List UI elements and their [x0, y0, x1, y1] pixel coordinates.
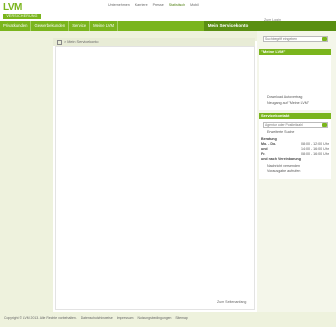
contact-link[interactable]: Nachricht versenden [267, 164, 300, 168]
nav-privatkunden[interactable]: Privatkunden [0, 21, 32, 31]
tab-mein-servicekonto[interactable]: Mein Servicekonto [204, 21, 252, 31]
main-nav-bar-right [252, 21, 336, 31]
meine-lvm-link[interactable]: Neugang auf "Meine LVM" [267, 101, 309, 105]
home-icon[interactable] [57, 40, 62, 45]
main-content [55, 46, 255, 310]
hours-day: Mo. - Do. [261, 142, 277, 146]
hours-time: 14:00 - 16:00 Uhr [301, 147, 329, 151]
agency-search-button[interactable] [322, 123, 327, 127]
lvm-logo[interactable]: LVM VERSICHERUNG [3, 3, 41, 19]
hours-day: Fr. [261, 152, 266, 156]
hours-title: Beratung [261, 137, 277, 141]
hours-time: 08:00 - 12:00 Uhr [301, 142, 329, 146]
breadcrumb: > Mein Servicekonto [64, 40, 99, 44]
topnav-link[interactable]: Karriere [135, 3, 148, 7]
topnav-link[interactable]: Presse [153, 3, 164, 7]
main-navigation: Privatkunden Gewerbekunden Service Meine… [0, 21, 119, 31]
extended-search-link[interactable]: Erweiterte Suche [267, 130, 294, 134]
logo-subtitle: VERSICHERUNG [3, 14, 41, 19]
topnav-link[interactable]: Mobil [190, 3, 199, 7]
footer-link[interactable]: Nutzungsbedingungen [137, 316, 171, 320]
hours-day: und [261, 147, 268, 151]
footer-link[interactable]: Impressum [117, 316, 134, 320]
top-navigation: Unternehmen Karriere Presse Statistisch … [108, 3, 203, 7]
hours-time: 08:00 - 16:00 Uhr [301, 152, 329, 156]
meine-lvm-link[interactable]: Download Autovertrag [267, 95, 302, 99]
topnav-link[interactable]: Statistisch [169, 3, 185, 7]
nav-gewerbekunden[interactable]: Gewerbekunden [31, 21, 70, 31]
hours-after: und nach Vereinbarung [261, 157, 301, 161]
nav-meine-lvm[interactable]: Meine LVM [90, 21, 119, 31]
search-button[interactable] [322, 37, 327, 41]
left-column [0, 41, 53, 312]
logo-mark: LVM [3, 2, 22, 13]
back-to-top-link[interactable]: Zum Seitenanfang [217, 300, 246, 304]
copyright: Copyright © LVM 2013. Alle Rechte vorbeh… [4, 316, 77, 320]
contact-link[interactable]: Vorausgabe aufrufen [267, 169, 300, 173]
footer-link[interactable]: Sitemap [175, 316, 187, 320]
topnav-link[interactable]: Unternehmen [108, 3, 130, 7]
nav-service[interactable]: Service [69, 21, 91, 31]
footer-links: Copyright © LVM 2013. Alle Rechte vorbeh… [4, 316, 191, 320]
agency-search-input[interactable]: Agentur oder Postleitzahl [263, 122, 328, 128]
search-input[interactable]: Suchbegriff eingeben [263, 36, 328, 42]
footer-link[interactable]: Datenschutzhinweise [81, 316, 113, 320]
